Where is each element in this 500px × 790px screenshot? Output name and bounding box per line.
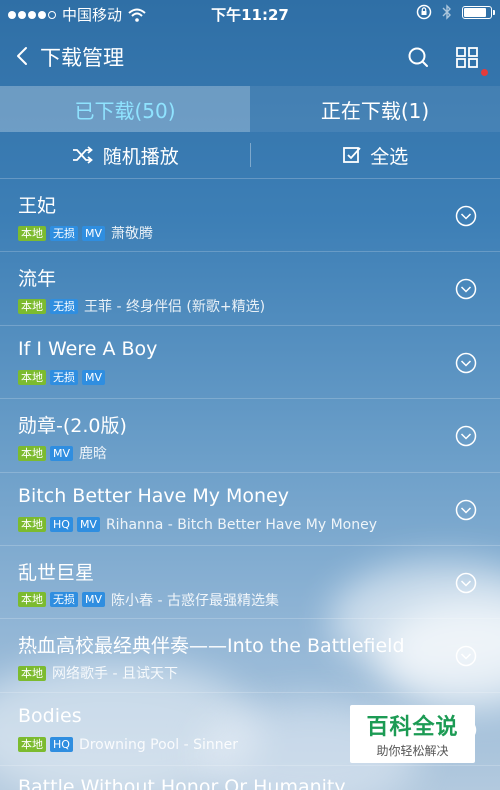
tag-badge: 本地: [18, 445, 46, 461]
song-meta: 本地 MV 鹿晗: [18, 443, 107, 463]
song-artist-album: 陈小春 - 古惑仔最强精选集: [111, 592, 279, 609]
tag-badge: 本地: [18, 369, 46, 385]
song-meta: 本地 无损 王菲 - 终身伴侣 (新歌+精选): [18, 296, 265, 316]
status-bar: 中国移动 下午11:27: [0, 0, 500, 28]
page-title: 下载管理: [40, 46, 124, 70]
song-more-button[interactable]: [455, 572, 477, 594]
song-row[interactable]: 热血高校最经典伴奏——Into the Battlefield 本地 网络歌手 - …: [0, 619, 500, 693]
tag-badge: MV: [82, 369, 106, 385]
tag-badge: 无损: [50, 369, 78, 385]
song-artist-album: 萧敬腾: [111, 226, 154, 242]
notification-dot: [481, 69, 488, 76]
partial-song-title[interactable]: Battle Without Honor Or Humanity: [18, 776, 346, 790]
checkbox-icon: [343, 147, 361, 163]
song-more-button[interactable]: [455, 205, 477, 227]
tag-badge: 本地: [18, 592, 46, 608]
select-all-button[interactable]: 全选: [251, 142, 500, 169]
song-more-button[interactable]: [455, 499, 477, 521]
song-title: Bitch Better Have My Money: [18, 484, 290, 507]
tag-badge: MV: [82, 225, 106, 241]
song-title: 勋章-(2.0版): [18, 415, 127, 438]
chevron-down-circle-icon: [455, 352, 477, 374]
song-artist-album: Rihanna - Bitch Better Have My Money: [105, 516, 378, 533]
tag-badge: 本地: [18, 737, 46, 753]
song-more-button[interactable]: [455, 278, 477, 300]
shuffle-icon: [72, 146, 93, 164]
song-row[interactable]: 乱世巨星本地 无损 MV 陈小春 - 古惑仔最强精选集: [0, 546, 500, 620]
song-artist-album: 鹿晗: [79, 446, 108, 463]
song-title: 乱世巨星: [18, 561, 95, 584]
tag-badge: HQ: [50, 737, 73, 753]
song-title: Bodies: [18, 704, 82, 727]
tag-badge: 无损: [50, 592, 78, 608]
watermark-logo: 百科全说 助你轻松解决: [350, 705, 475, 763]
tag-badge: MV: [82, 592, 106, 608]
chevron-down-circle-icon: [455, 572, 477, 594]
song-more-button[interactable]: [455, 425, 477, 447]
song-row[interactable]: 勋章-(2.0版) 本地 MV 鹿晗: [0, 399, 500, 473]
song-more-button[interactable]: [455, 645, 477, 667]
search-button[interactable]: [405, 44, 431, 70]
battery-icon: [462, 5, 495, 19]
tag-badge: 本地: [18, 665, 46, 681]
song-artist-album: 王菲 - 终身伴侣 (新歌+精选): [84, 299, 266, 316]
watermark-subtitle: 助你轻松解决: [376, 744, 449, 758]
song-meta: 本地 无损 MV 萧敬腾: [18, 223, 153, 243]
tag-badge: 无损: [50, 298, 78, 314]
tab-downloading[interactable]: 正在下载(1): [250, 86, 500, 132]
song-title: 热血高校最经典伴奏——Into the Battlefield: [18, 635, 405, 658]
nav-bar: 下载管理: [0, 28, 500, 84]
chevron-down-circle-icon: [455, 646, 477, 667]
song-title: 王妃: [18, 195, 57, 217]
menu-grid-button[interactable]: [454, 44, 480, 70]
song-row[interactable]: If I Were A Boy 本地 无损 MV: [0, 326, 500, 400]
tab-downloaded[interactable]: 已下载(50): [0, 86, 250, 132]
shuffle-play-button[interactable]: 随机播放: [0, 142, 250, 169]
tag-badge: 无损: [50, 225, 78, 241]
song-row[interactable]: 流年本地 无损 王菲 - 终身伴侣 (新歌+精选): [0, 252, 500, 326]
select-all-label: 全选: [370, 145, 409, 168]
rotation-lock-icon: [416, 4, 432, 20]
song-list: 王妃 本地 无损 MV 萧敬腾 流年 本地 无损 王菲 - 终身伴侣 (新歌+精选) If I W…: [0, 179, 500, 767]
song-meta: 本地 网络歌手 - 且试天下: [18, 663, 178, 683]
search-icon: [408, 47, 428, 67]
download-tabs: 已下载(50) 正在下载(1): [0, 86, 500, 132]
chevron-down-circle-icon: [455, 499, 477, 520]
chevron-down-circle-icon: [455, 425, 477, 447]
back-button[interactable]: [10, 42, 34, 70]
song-artist-album: 网络歌手 - 且试天下: [52, 666, 178, 683]
tag-badge: 本地: [18, 517, 46, 533]
chevron-down-circle-icon: [455, 205, 477, 227]
song-artist-album: Drowning Pool - Sinner: [78, 736, 238, 753]
shuffle-play-label: 随机播放: [102, 145, 179, 168]
tag-badge: 本地: [18, 225, 46, 241]
song-row[interactable]: Bitch Better Have My Money 本地 HQ MV Rihanna …: [0, 473, 500, 546]
chevron-left-icon: [17, 47, 27, 65]
watermark-title: 百科全说: [366, 715, 459, 740]
status-right: [416, 4, 495, 20]
song-more-button[interactable]: [455, 352, 477, 374]
action-bar: 随机播放 全选: [0, 132, 500, 179]
song-title: If I Were A Boy: [18, 337, 158, 360]
song-row[interactable]: 王妃本地 无损 MV 萧敬腾: [0, 179, 500, 253]
grid-icon: [456, 47, 478, 68]
chevron-down-circle-icon: [455, 279, 477, 300]
song-meta: 本地 无损 MV: [18, 369, 111, 385]
tag-badge: 本地: [18, 298, 46, 314]
tag-badge: MV: [50, 445, 74, 461]
tag-badge: HQ: [50, 517, 73, 533]
song-meta: 本地 无损 MV 陈小春 - 古惑仔最强精选集: [18, 590, 279, 610]
song-meta: 本地 HQ MV Rihanna - Bitch Better Have My Mon…: [18, 517, 377, 533]
song-title: 流年: [18, 268, 57, 291]
tag-badge: MV: [76, 517, 100, 533]
song-meta: 本地 HQ Drowning Pool - Sinner: [18, 737, 238, 753]
bluetooth-icon: [442, 4, 451, 20]
